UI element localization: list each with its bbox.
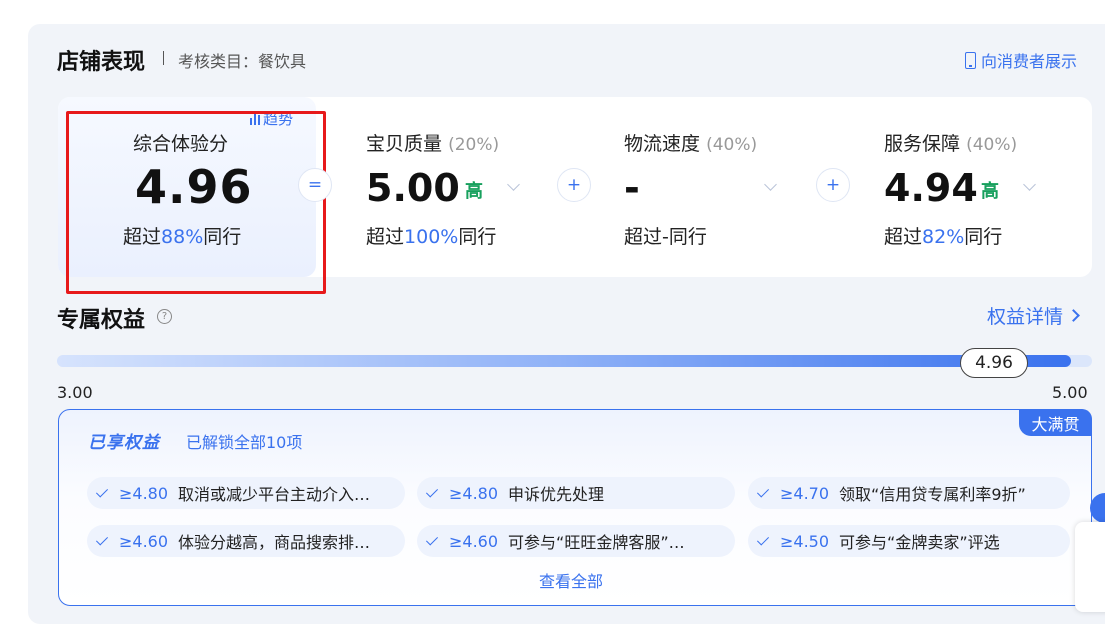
view-all-link[interactable]: 查看全部 — [539, 568, 603, 592]
check-icon — [425, 484, 439, 498]
show-to-consumer-link[interactable]: 向消费者展示 — [965, 48, 1077, 72]
header-divider — [163, 51, 164, 65]
help-icon[interactable]: ? — [157, 309, 172, 324]
benefit-item[interactable]: ≥4.50 可参与“金牌卖家”评选 — [748, 525, 1070, 557]
metric-item-service-score: 4.94 — [884, 166, 978, 210]
score-progress-track — [57, 355, 1092, 367]
overall-beat-percent: 88% — [161, 226, 204, 248]
unlocked-count: 已解锁全部10项 — [186, 433, 303, 452]
trend-label: 趋势 — [263, 110, 294, 128]
metric-item-service-beat: 超过82%同行 — [884, 226, 1003, 248]
metric-item-quality-beat: 超过100%同行 — [366, 226, 497, 248]
check-icon — [425, 532, 439, 546]
overall-score-label: 综合体验分 — [133, 133, 229, 155]
grand-slam-badge: 大满贯 — [1019, 409, 1092, 436]
metric-item-quality-level: 高 — [465, 181, 483, 202]
check-icon — [95, 532, 109, 546]
benefit-item[interactable]: ≥4.60 可参与“旺旺金牌客服”… — [417, 525, 735, 557]
check-icon — [756, 532, 770, 546]
show-to-consumer-label: 向消费者展示 — [981, 52, 1078, 71]
chevron-right-icon — [1067, 309, 1080, 322]
plus-sign: + — [816, 168, 850, 202]
benefit-item[interactable]: ≥4.80 申诉优先处理 — [417, 477, 735, 509]
metric-item-quality-label: 宝贝质量 (20%) — [366, 133, 500, 155]
benefit-item[interactable]: ≥4.70 领取“信用贷专属利率9折” — [748, 477, 1070, 509]
metric-item-logistics-score: - — [624, 166, 640, 210]
metric-item-service-level: 高 — [981, 181, 999, 202]
progress-max-label: 5.00 — [1052, 383, 1088, 402]
benefit-item[interactable]: ≥4.60 体验分越高，商品搜索排… — [87, 525, 405, 557]
plus-sign: + — [557, 168, 591, 202]
metric-item-logistics-beat: 超过-同行 — [624, 226, 707, 248]
progress-min-label: 3.00 — [57, 383, 93, 402]
trend-link[interactable]: 趋势 — [250, 108, 293, 129]
score-progress-fill — [57, 355, 1072, 367]
benefits-detail-link[interactable]: 权益详情 — [987, 302, 1080, 329]
overall-score-value: 4.96 — [135, 160, 253, 214]
equals-sign: = — [298, 168, 332, 202]
benefits-title: 专属权益 — [57, 308, 146, 333]
page-title: 店铺表现 — [57, 50, 146, 75]
phone-icon — [965, 51, 976, 69]
metric-item-logistics-label: 物流速度 (40%) — [624, 133, 758, 155]
check-icon — [756, 484, 770, 498]
metric-item-service-label: 服务保障 (40%) — [884, 133, 1018, 155]
enjoyed-benefits-title: 已享权益 — [88, 433, 160, 453]
check-icon — [95, 484, 109, 498]
trend-chart-icon — [250, 112, 260, 125]
benefits-detail-label: 权益详情 — [987, 306, 1064, 328]
floating-side-panel[interactable] — [1075, 522, 1105, 612]
benefit-item[interactable]: ≥4.80 取消或减少平台主动介入… — [87, 477, 405, 509]
assessment-category: 考核类目：餐饮具 — [178, 52, 307, 71]
score-progress-value: 4.96 — [960, 348, 1028, 378]
metric-item-quality-score: 5.00 — [366, 166, 460, 210]
overall-beat-text: 超过88%同行 — [123, 226, 242, 248]
